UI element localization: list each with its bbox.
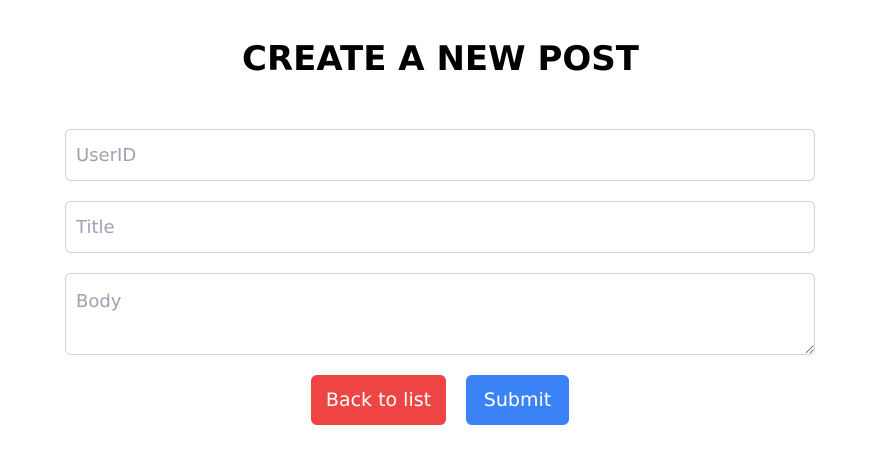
- create-post-page: CREATE A NEW POST Back to list Submit: [0, 0, 881, 468]
- back-to-list-button[interactable]: Back to list: [311, 375, 446, 425]
- body-textarea[interactable]: [65, 273, 815, 355]
- userid-input[interactable]: [65, 129, 815, 181]
- title-input[interactable]: [65, 201, 815, 253]
- submit-button[interactable]: Submit: [466, 375, 569, 425]
- page-title: CREATE A NEW POST: [242, 39, 639, 79]
